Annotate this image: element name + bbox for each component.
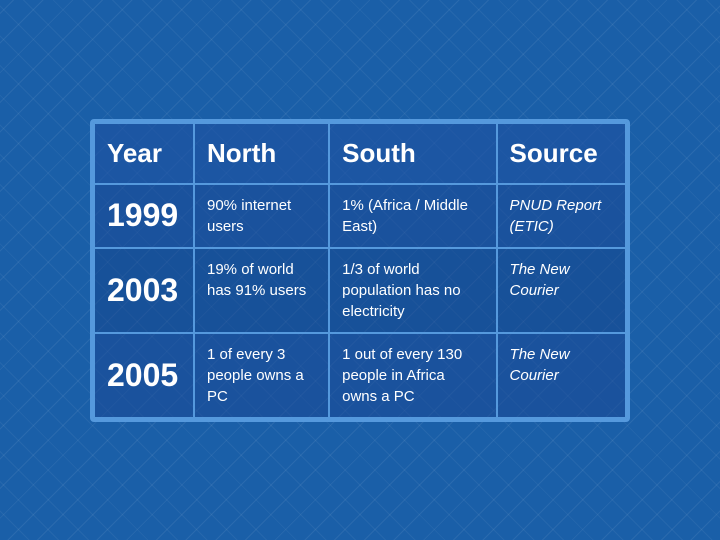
north-cell: 1 of every 3 people owns a PC (194, 333, 329, 418)
table-body: 199990% internet users1% (Africa / Middl… (94, 184, 626, 418)
year-cell: 1999 (94, 184, 194, 248)
south-cell: 1 out of every 130 people in Africa owns… (329, 333, 496, 418)
data-table: Year North South Source 199990% internet… (93, 122, 627, 419)
north-cell: 90% internet users (194, 184, 329, 248)
source-cell: PNUD Report (ETIC) (497, 184, 626, 248)
header-south: South (329, 123, 496, 184)
south-cell: 1% (Africa / Middle East) (329, 184, 496, 248)
table-row: 20051 of every 3 people owns a PC1 out o… (94, 333, 626, 418)
header-row: Year North South Source (94, 123, 626, 184)
source-cell: The New Courier (497, 333, 626, 418)
source-cell: The New Courier (497, 248, 626, 333)
south-cell: 1/3 of world population has no electrici… (329, 248, 496, 333)
table-row: 200319% of world has 91% users1/3 of wor… (94, 248, 626, 333)
year-cell: 2003 (94, 248, 194, 333)
north-cell: 19% of world has 91% users (194, 248, 329, 333)
header-north: North (194, 123, 329, 184)
year-cell: 2005 (94, 333, 194, 418)
header-year: Year (94, 123, 194, 184)
header-source: Source (497, 123, 626, 184)
table-row: 199990% internet users1% (Africa / Middl… (94, 184, 626, 248)
main-table-container: Year North South Source 199990% internet… (90, 119, 630, 422)
